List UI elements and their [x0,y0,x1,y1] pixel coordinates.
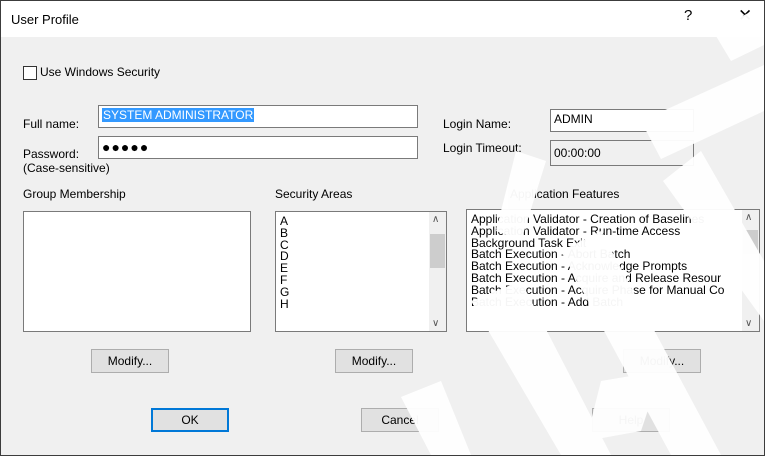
full-name-label: Full name: [23,117,80,131]
use-windows-security-label: Use Windows Security [40,65,161,79]
window-title: User Profile [11,12,79,27]
login-name-label: Login Name: [443,117,512,131]
scroll-down-icon[interactable]: ∨ [432,318,439,329]
password-note: (Case-sensitive) [23,161,110,175]
security-areas-modify-button[interactable]: Modify... [335,349,413,373]
login-timeout-value: 00:00:00 [554,146,601,160]
features-modify-button[interactable]: Modify... [623,349,701,373]
use-windows-security-checkbox[interactable] [23,66,37,80]
password-field[interactable]: ●●●●● [98,136,418,159]
close-button[interactable]: ✕ [738,6,752,26]
password-label: Password: [23,147,80,161]
full-name-field[interactable]: SYSTEM ADMINISTRATOR [98,105,418,128]
group-modify-button[interactable]: Modify... [91,349,169,373]
login-timeout-label: Login Timeout: [443,141,522,155]
security-areas-list[interactable]: ABCDEFGH ∧ ∨ [275,211,447,332]
application-features-scrollbar[interactable]: ∧ ∨ [742,210,759,331]
user-profile-dialog: User Profile ? ✕ Use Windows Security Fu… [0,0,765,456]
title-bar: User Profile ? ✕ [1,1,764,37]
application-features-list[interactable]: Application Validator - Creation of Base… [466,209,760,332]
help-title-button[interactable]: ? [684,7,692,24]
security-areas-label: Security Areas [275,187,353,201]
application-features-label: Application Features [510,187,620,201]
scroll-thumb[interactable] [743,230,758,254]
ok-button[interactable]: OK [151,408,229,432]
list-item[interactable]: Batch Execution - Add Batch [471,296,724,309]
scroll-up-icon[interactable]: ∧ [745,212,752,223]
password-value: ●●●●● [102,139,150,155]
full-name-value: SYSTEM ADMINISTRATOR [102,108,255,122]
cancel-button[interactable]: Cancel [361,408,439,432]
login-timeout-field[interactable]: 00:00:00 [550,140,694,166]
login-name-value: ADMIN [554,112,593,126]
scroll-down-icon[interactable]: ∨ [745,318,752,329]
login-name-field[interactable]: ADMIN [550,109,694,132]
application-features-items: Application Validator - Creation of Base… [471,213,724,309]
scroll-up-icon[interactable]: ∧ [432,214,439,225]
scroll-thumb[interactable] [430,234,445,268]
security-areas-items: ABCDEFGH [280,215,289,311]
security-areas-scrollbar[interactable]: ∧ ∨ [429,212,446,331]
list-item[interactable]: H [280,298,289,311]
group-membership-label: Group Membership [23,187,126,201]
group-membership-list[interactable] [23,211,251,332]
help-button[interactable]: Help [592,408,670,432]
